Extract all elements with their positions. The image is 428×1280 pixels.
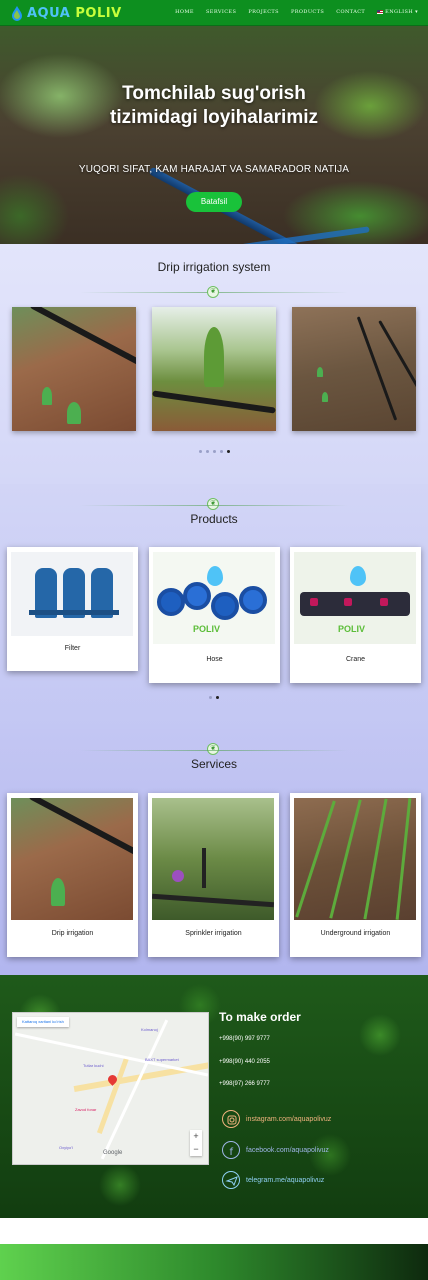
map-zoom-control: + − <box>190 1130 202 1156</box>
language-label: ENGLISH <box>385 9 414 15</box>
sprout <box>67 402 81 424</box>
sprinkler-irrigation-image <box>152 798 274 920</box>
product-label: Crane <box>345 656 366 663</box>
drip-carousel-dots <box>199 450 230 453</box>
drip-tube <box>152 390 276 414</box>
us-flag-icon <box>377 10 384 14</box>
phone-number[interactable]: +998(97) 266 9777 <box>219 1081 270 1087</box>
map-place-label: Tutlar kuchi <box>83 1063 104 1068</box>
instagram-icon <box>222 1110 240 1128</box>
zoom-out-button[interactable]: − <box>190 1143 202 1156</box>
zoom-in-button[interactable]: + <box>190 1130 202 1143</box>
products-carousel-dots <box>209 696 219 699</box>
instagram-text: instagram.com/aquapolivuz <box>246 1115 332 1123</box>
section-divider <box>80 750 348 751</box>
order-title: To make order <box>219 1010 301 1024</box>
logo[interactable]: AQUA POLIV <box>10 4 122 22</box>
instagram-link[interactable]: instagram.com/aquapolivuz <box>222 1110 331 1128</box>
crane-image: POLIV <box>294 552 416 644</box>
service-label: Underground irrigation <box>320 930 391 937</box>
nav-contact[interactable]: CONTACT <box>336 9 365 15</box>
footer-spacer <box>0 1218 428 1244</box>
site-header: AQUA POLIV HOME SERVICES PROJECTS PRODUC… <box>0 0 428 26</box>
leaf-icon: ❦ <box>207 743 219 755</box>
gallery-image-drip-1[interactable] <box>12 307 136 431</box>
sprout <box>322 392 328 402</box>
drip-tube <box>356 316 398 421</box>
svg-text:f: f <box>230 1147 234 1158</box>
drip-tube <box>378 320 416 417</box>
carousel-dot[interactable] <box>220 450 223 453</box>
nav-products[interactable]: PRODUCTS <box>291 9 324 15</box>
nav-services[interactable]: SERVICES <box>206 9 236 15</box>
phone-number[interactable]: +998(90) 440 2055 <box>219 1059 270 1065</box>
service-card-drip[interactable]: Drip irrigation <box>7 793 138 957</box>
underground-irrigation-image <box>294 798 416 920</box>
nav-projects[interactable]: PROJECTS <box>248 9 279 15</box>
product-label: Hose <box>206 656 223 663</box>
map-road <box>14 1032 208 1077</box>
filter-image <box>11 552 133 636</box>
leaf-icon: ❦ <box>207 286 219 298</box>
carousel-dot[interactable] <box>209 696 212 699</box>
hero-pipe-image <box>230 226 370 244</box>
carousel-dot-active[interactable] <box>227 450 230 453</box>
carousel-dot[interactable] <box>213 450 216 453</box>
hero-banner: Tomchilab sug'orish tizimidagi loyihalar… <box>0 26 428 244</box>
facebook-link[interactable]: f facebook.com/aquapolivuz <box>222 1141 329 1159</box>
location-map[interactable]: Kattaroq xaritani koʻrish Kolmanoj BAXT … <box>12 1012 209 1165</box>
drip-tube <box>29 307 136 378</box>
language-selector[interactable]: ENGLISH ▾ <box>377 9 418 15</box>
telegram-link[interactable]: telegram.me/aquapolivuz <box>222 1171 324 1189</box>
sprout <box>317 367 323 377</box>
map-place-label: Kolmanoj <box>141 1027 158 1032</box>
plant <box>204 327 224 387</box>
telegram-text: telegram.me/aquapolivuz <box>246 1176 325 1184</box>
service-label: Sprinkler irrigation <box>185 930 242 937</box>
service-card-sprinkler[interactable]: Sprinkler irrigation <box>148 793 279 957</box>
chevron-down-icon: ▾ <box>415 9 418 15</box>
product-card-filter[interactable]: Filter <box>7 547 138 671</box>
hero-title: Tomchilab sug'orish tizimidagi loyihalar… <box>110 83 318 128</box>
nav-home[interactable]: HOME <box>175 9 194 15</box>
section-divider <box>80 505 348 506</box>
map-place-label: Oxyiyo'l <box>59 1145 73 1150</box>
map-place-label: Zavod fonar <box>75 1107 97 1112</box>
product-label: Filter <box>64 645 81 652</box>
main-nav: HOME SERVICES PROJECTS PRODUCTS CONTACT … <box>175 9 418 15</box>
leaf-icon: ❦ <box>207 498 219 510</box>
facebook-text: facebook.com/aquapolivuz <box>246 1146 329 1154</box>
google-logo: Google <box>103 1150 123 1156</box>
footer-bar <box>0 1244 428 1280</box>
gallery-image-drip-2[interactable] <box>152 307 276 431</box>
map-place-label: BAXT supermarket <box>145 1057 179 1062</box>
carousel-dot-active[interactable] <box>216 696 219 699</box>
map-road <box>100 1019 169 1160</box>
map-road <box>96 1057 130 1134</box>
sprout <box>42 387 52 405</box>
logo-text: AQUA POLIV <box>27 5 122 21</box>
hero-subtitle: YUQORI SIFAT, KAM HARAJAT VA SAMARADOR N… <box>78 164 350 175</box>
products-section-title: Products <box>190 512 238 526</box>
product-card-crane[interactable]: POLIV Crane <box>290 547 421 683</box>
product-card-hose[interactable]: POLIV Hose <box>149 547 280 683</box>
drip-irrigation-image <box>11 798 133 920</box>
hose-image: POLIV <box>153 552 275 644</box>
service-card-underground[interactable]: Underground irrigation <box>290 793 421 957</box>
water-drop-logo-icon <box>12 6 22 21</box>
phone-number[interactable]: +998(90) 997 9777 <box>219 1036 270 1042</box>
carousel-dot[interactable] <box>199 450 202 453</box>
more-button[interactable]: Batafsil <box>186 192 242 212</box>
gallery-image-drip-3[interactable] <box>292 307 416 431</box>
service-label: Drip irrigation <box>51 930 94 937</box>
facebook-icon: f <box>222 1141 240 1159</box>
carousel-dot[interactable] <box>206 450 209 453</box>
drip-section-title: Drip irrigation system <box>157 260 271 274</box>
view-larger-map-link[interactable]: Kattaroq xaritani koʻrish <box>17 1017 69 1027</box>
telegram-icon <box>222 1171 240 1189</box>
services-section-title: Services <box>190 757 237 771</box>
